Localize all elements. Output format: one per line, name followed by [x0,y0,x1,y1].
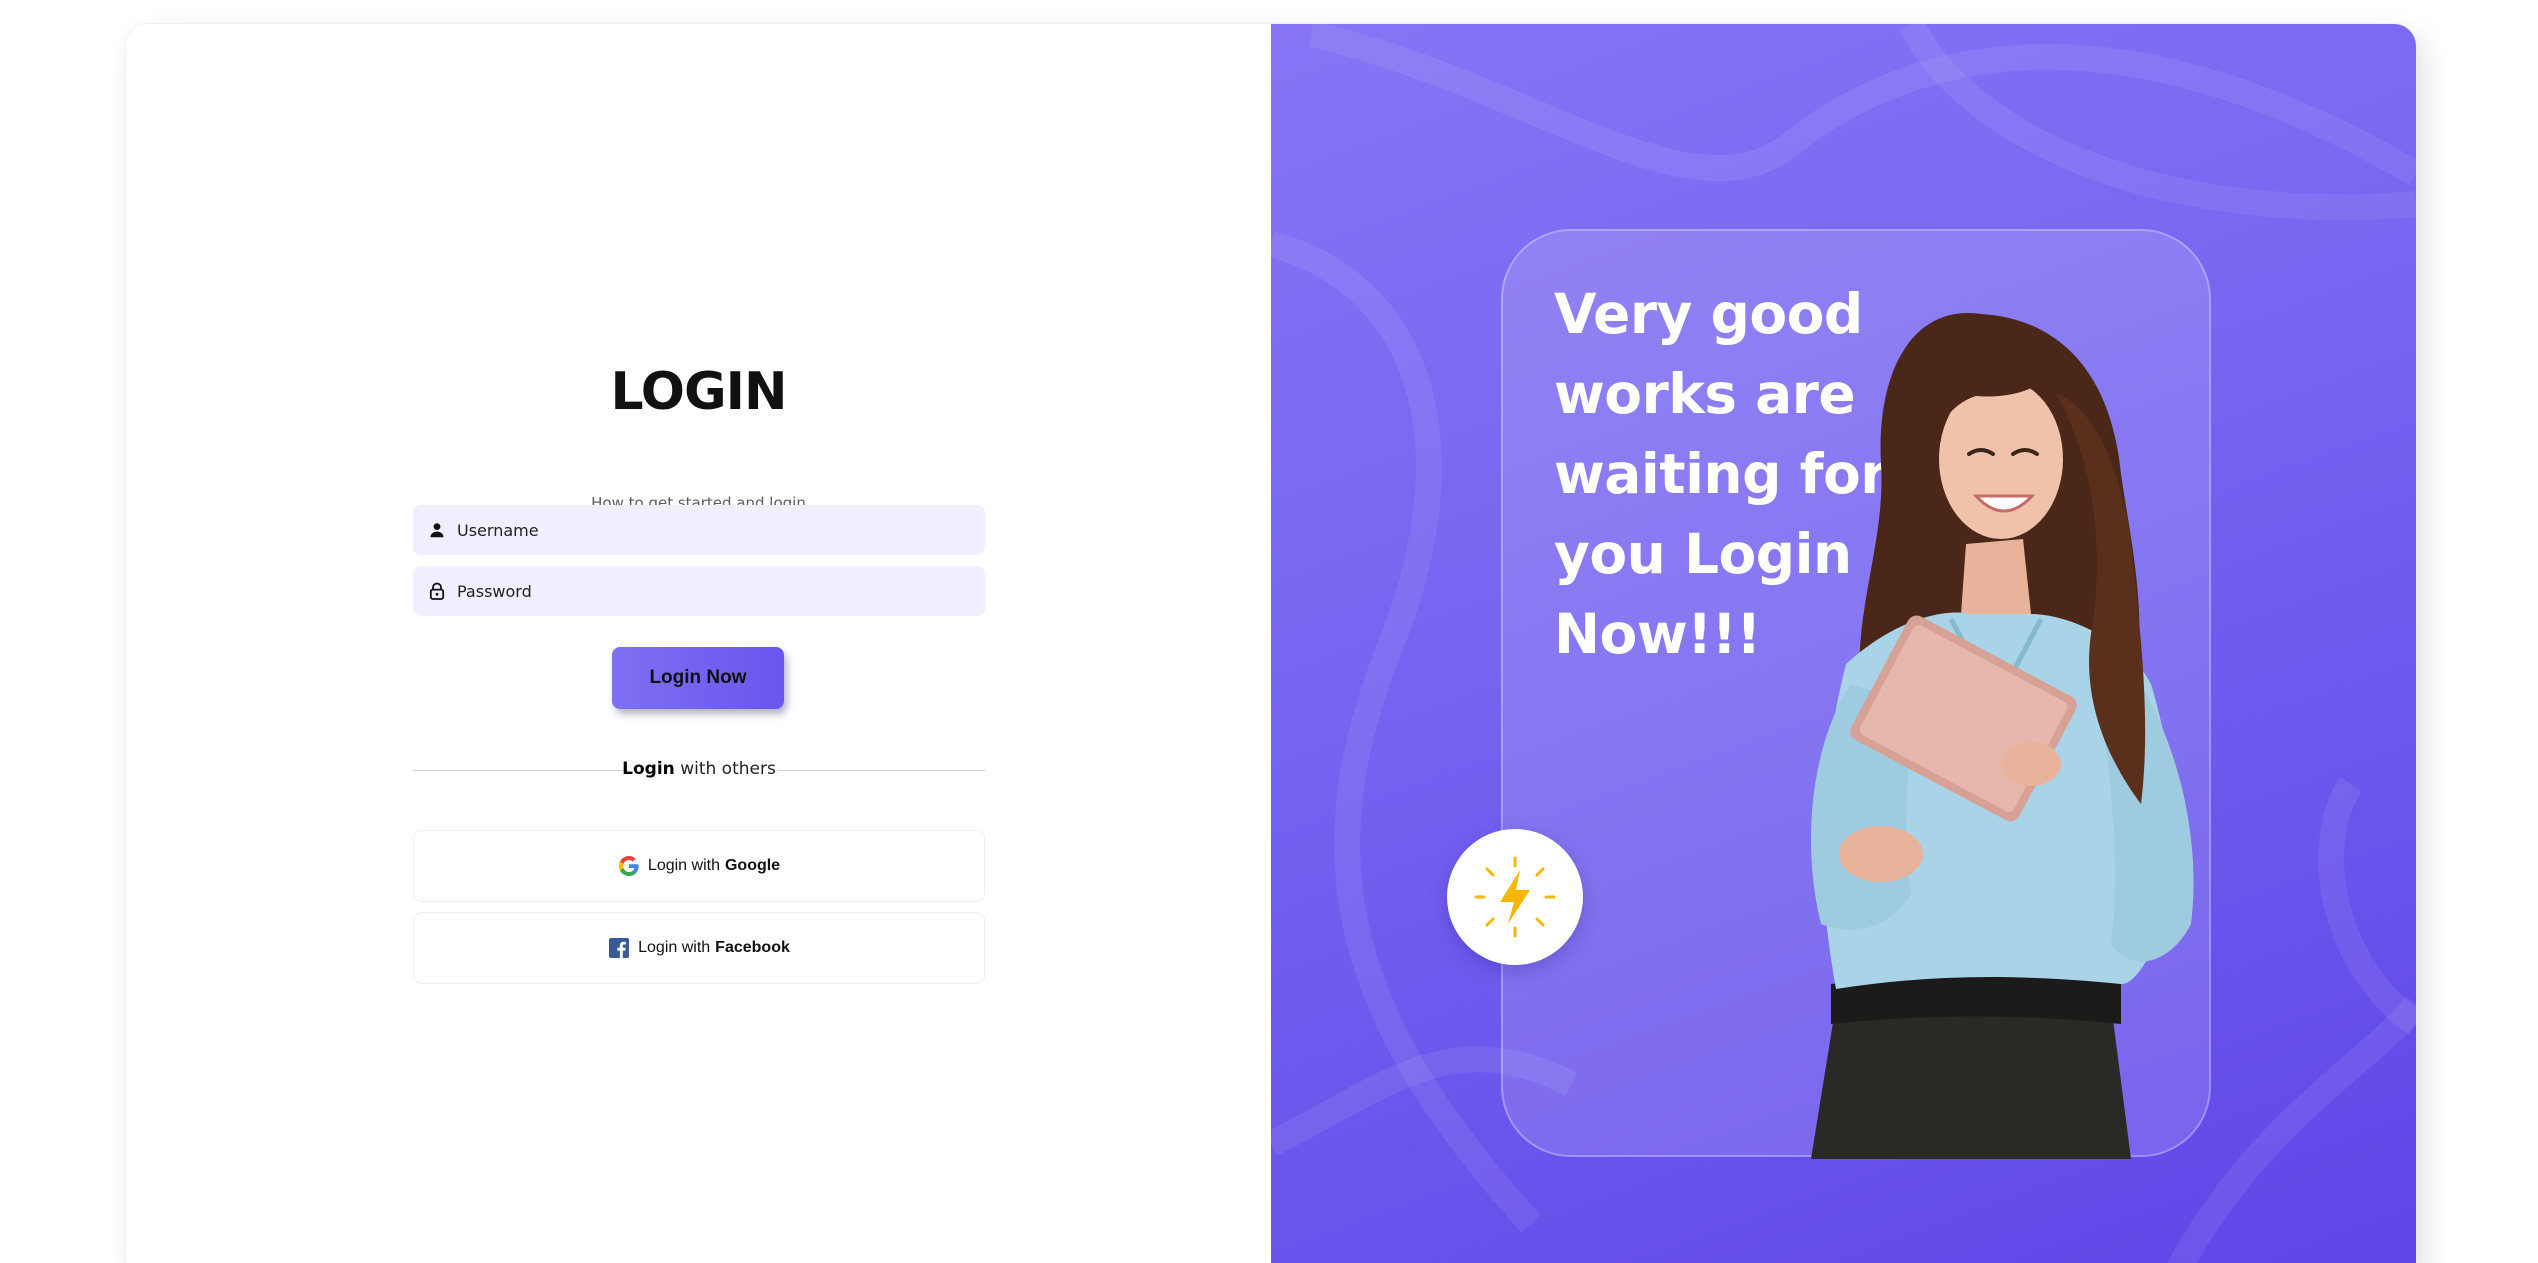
divider-label: Login with others [413,759,985,779]
google-button-brand: Google [724,857,781,874]
google-button-prefix: Login with [647,857,720,874]
divider-label-rest: with others [674,759,776,779]
facebook-button-brand: Facebook [715,939,790,956]
lightning-icon [1474,856,1556,938]
login-with-others-divider: Login with others [413,757,985,783]
user-icon [425,518,449,542]
password-field[interactable] [413,566,985,616]
google-icon [618,855,640,877]
facebook-icon [608,937,630,959]
login-now-button[interactable]: Login Now [612,647,784,709]
username-input[interactable] [457,505,985,555]
badge [1447,829,1583,965]
password-input[interactable] [457,566,985,616]
login-panel: LOGIN How to get started and login Login… [126,24,1271,1263]
login-with-google-button[interactable]: Login with Google [413,830,985,902]
login-card: LOGIN How to get started and login Login… [126,24,2416,1263]
facebook-button-prefix: Login with [638,939,711,956]
lock-icon [425,579,449,603]
woman-with-tablet-illustration [1811,313,2194,1159]
login-with-facebook-button[interactable]: Login with Facebook [413,912,985,984]
username-field[interactable] [413,505,985,555]
page-title: LOGIN [610,362,787,422]
promo-panel: Very good works are waiting for you Logi… [1271,24,2416,1263]
divider-label-strong: Login [622,759,675,779]
